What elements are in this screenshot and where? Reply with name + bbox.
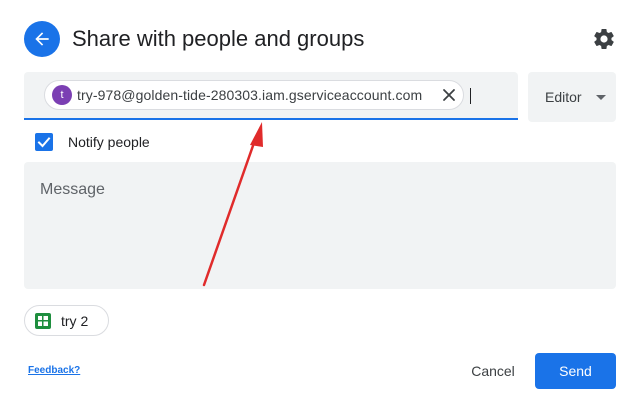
notify-checkbox[interactable] xyxy=(35,133,53,151)
notify-label: Notify people xyxy=(68,134,150,150)
settings-button[interactable] xyxy=(590,25,618,53)
arrow-left-icon xyxy=(35,32,49,46)
share-dialog: Share with people and groups t try-978@g… xyxy=(0,0,641,402)
close-icon xyxy=(443,89,455,101)
message-placeholder: Message xyxy=(40,181,105,198)
document-name: try 2 xyxy=(61,312,89,329)
remove-recipient-button[interactable] xyxy=(441,87,457,103)
recipients-input[interactable]: t try-978@golden-tide-280303.iam.gservic… xyxy=(24,72,518,120)
notify-row: Notify people xyxy=(35,132,150,152)
role-dropdown[interactable]: Editor xyxy=(528,72,616,122)
dropdown-arrow-icon xyxy=(596,95,606,100)
dialog-title: Share with people and groups xyxy=(72,26,365,51)
back-button[interactable] xyxy=(24,21,60,57)
feedback-link[interactable]: Feedback? xyxy=(28,365,80,376)
message-field[interactable]: Message xyxy=(24,162,616,289)
recipient-email: try-978@golden-tide-280303.iam.gservicea… xyxy=(77,87,423,103)
check-icon xyxy=(37,137,51,148)
text-caret xyxy=(470,88,471,104)
gear-icon xyxy=(594,28,614,49)
sheets-icon xyxy=(35,312,51,329)
recipient-chip[interactable]: t try-978@golden-tide-280303.iam.gservic… xyxy=(44,80,464,110)
role-selected: Editor xyxy=(545,89,582,105)
cancel-button[interactable]: Cancel xyxy=(459,353,527,389)
send-button[interactable]: Send xyxy=(535,353,616,389)
document-chip[interactable]: try 2 xyxy=(24,305,109,336)
avatar: t xyxy=(52,85,72,105)
